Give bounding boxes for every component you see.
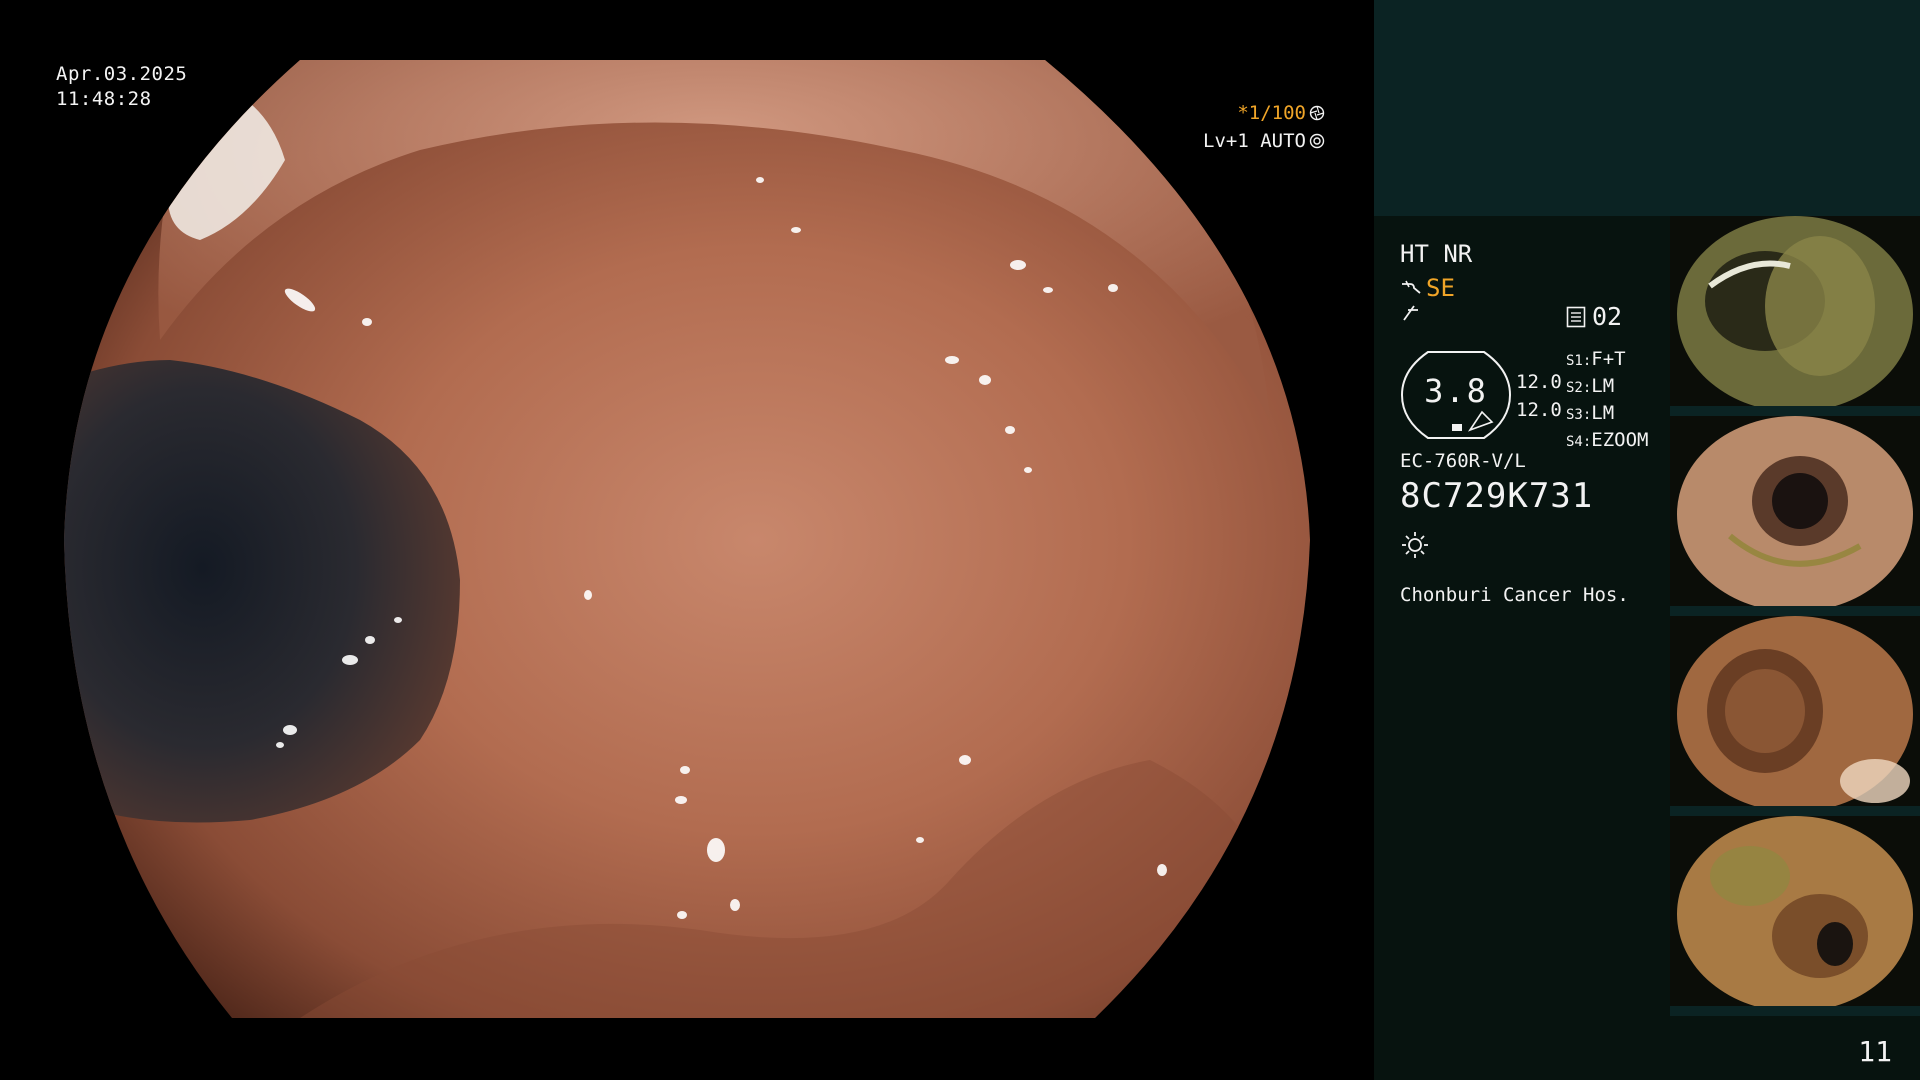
info-panel: HT NR SE 02 3.8 12.0 12.0 S1:F+T S2:LM S…	[1374, 0, 1920, 1080]
scope-model: EC-760R-V/L	[1400, 450, 1526, 472]
noise-reduction-mode: HT NR	[1400, 240, 1473, 268]
switch-1: S1:F+T	[1566, 348, 1626, 370]
exposure-level: Lv+1 AUTO	[1203, 130, 1306, 152]
hospital-name: Chonburi Cancer Hos.	[1400, 584, 1629, 606]
gauge-side-value-1: 12.0	[1516, 371, 1562, 393]
switch-assignments: S1:F+T S2:LM S3:LM S4:EZOOM	[1566, 347, 1649, 455]
thumbnail-1[interactable]	[1670, 216, 1920, 416]
shutter-info: *1/100 Lv+1 AUTO	[1160, 99, 1325, 155]
zoom-value: 3.8	[1424, 372, 1488, 410]
thumbnail-4[interactable]	[1670, 816, 1920, 1016]
auto-iris-icon	[1309, 133, 1325, 149]
main-endoscopy-view: Apr.03.2025 11:48:28 *1/100 Lv+1 AUTO	[0, 0, 1374, 1080]
memory-icon	[1566, 306, 1586, 327]
thumbnail-3[interactable]	[1670, 616, 1920, 816]
page-number: 11	[1858, 1035, 1892, 1068]
enhancement-icon	[1402, 280, 1421, 294]
thumbnail-2[interactable]	[1670, 416, 1920, 616]
structure-enhancement-row: SE	[1400, 274, 1455, 302]
gauge-side-value-2: 12.0	[1516, 399, 1562, 421]
endoscopy-image	[64, 60, 1310, 1018]
aperture-icon	[1309, 105, 1325, 121]
structure-enhancement: SE	[1426, 274, 1455, 302]
date-text: Apr.03.2025	[56, 63, 188, 85]
light-source-icon	[1402, 532, 1428, 558]
time-text: 11:48:28	[56, 88, 152, 110]
switch-4: S4:EZOOM	[1566, 429, 1649, 451]
switch-2: S2:LM	[1566, 375, 1615, 397]
shutter-speed-row: *1/100	[1160, 99, 1325, 127]
shutter-speed: *1/100	[1237, 102, 1306, 124]
scope-serial: 8C729K731	[1400, 476, 1594, 516]
panel-header-area	[1374, 0, 1920, 216]
exposure-level-row: Lv+1 AUTO	[1160, 127, 1325, 155]
switch-3: S3:LM	[1566, 402, 1615, 424]
image-number-row: 02	[1566, 302, 1622, 331]
image-number: 02	[1592, 302, 1623, 331]
gauge-side-values: 12.0 12.0	[1516, 368, 1562, 424]
filter-icon	[1400, 302, 1422, 330]
date-time-readout: Apr.03.2025 11:48:28	[56, 62, 187, 112]
